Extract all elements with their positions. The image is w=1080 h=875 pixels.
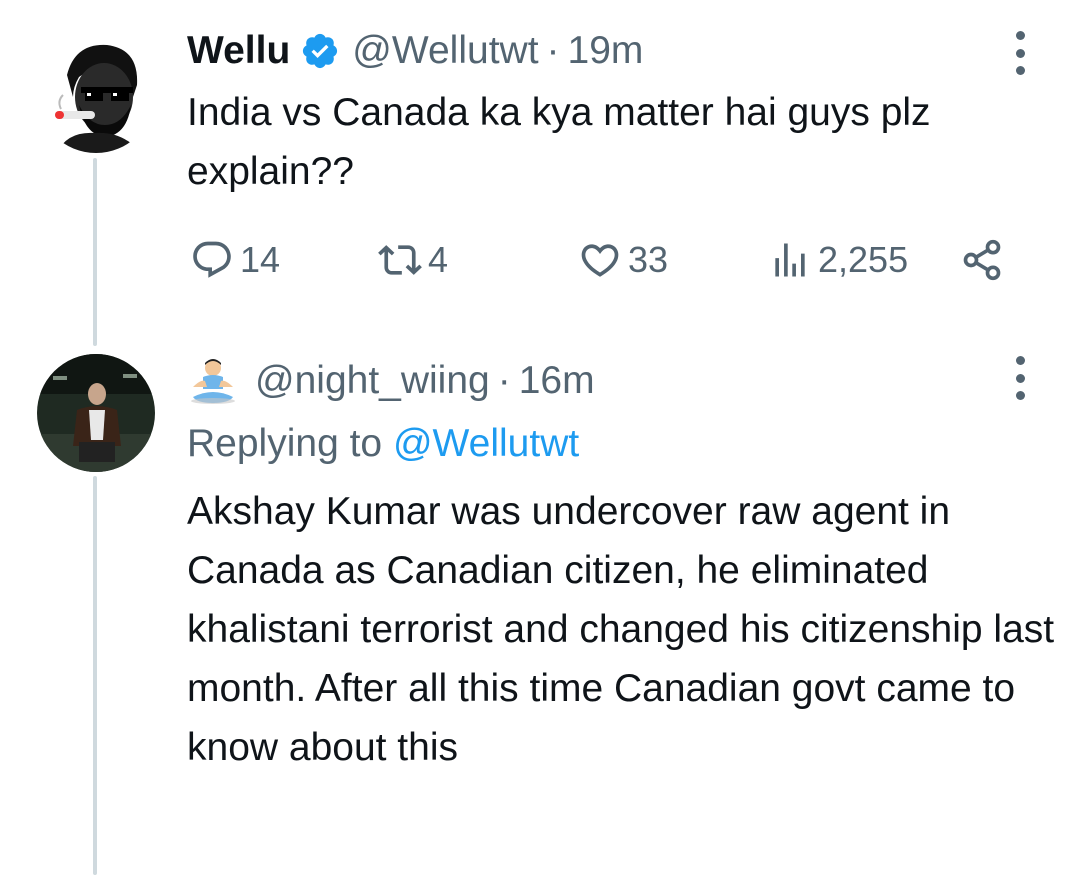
reply-icon (193, 241, 231, 278)
view-count: 2,255 (818, 239, 909, 280)
retweet-button[interactable]: 4 (378, 234, 448, 286)
retweet-count: 4 (428, 239, 449, 280)
reply-button[interactable]: 14 (190, 234, 280, 286)
verified-badge-icon (303, 33, 338, 69)
like-button[interactable]: 33 (578, 234, 668, 286)
more-options-icon[interactable] (1010, 31, 1030, 75)
avatar[interactable] (37, 354, 155, 472)
share-icon (963, 239, 1001, 281)
meditation-emoji-icon (191, 359, 235, 404)
tweet-header: Wellu @Wellutwt · 19m (187, 27, 643, 75)
avatar[interactable] (37, 35, 155, 153)
separator-dot: · (546, 29, 560, 72)
heart-icon (581, 244, 619, 277)
tweet-actions: 14 4 33 2,255 (190, 234, 1020, 286)
mention-link[interactable]: @Wellutwt (393, 422, 579, 465)
tweet-text: India vs Canada ka kya matter hai guys p… (187, 91, 931, 193)
handle[interactable]: @night_wiing (255, 357, 490, 405)
display-name[interactable]: Wellu (187, 27, 290, 75)
reply-count: 14 (240, 239, 281, 280)
separator-dot: · (497, 359, 511, 402)
share-button[interactable] (960, 234, 1004, 286)
handle[interactable]: @Wellutwt (352, 27, 538, 75)
views-button[interactable]: 2,255 (768, 234, 908, 286)
more-options-icon[interactable] (1010, 356, 1030, 400)
replying-to: Replying to @Wellutwt (187, 418, 579, 470)
reply-text: Akshay Kumar was undercover raw agent in… (187, 490, 1055, 769)
replying-label: Replying to (187, 422, 383, 465)
timestamp[interactable]: 16m (519, 357, 595, 405)
views-icon (775, 243, 805, 277)
thread-connector (93, 476, 97, 875)
like-count: 33 (628, 239, 669, 280)
thread-connector (93, 158, 97, 346)
timestamp[interactable]: 19m (568, 27, 644, 75)
reply-header: @night_wiing · 16m (187, 357, 595, 405)
retweet-icon (378, 245, 422, 275)
tweet-thread: Wellu @Wellutwt · 19m India vs Canada ka… (0, 0, 1080, 875)
